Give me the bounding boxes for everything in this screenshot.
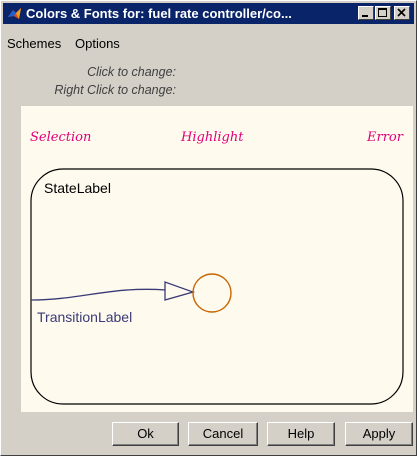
state-label[interactable]: StateLabel [44,180,111,196]
minimize-button[interactable] [358,6,374,20]
highlight-sample[interactable]: Highlight [181,130,243,145]
maximize-button[interactable] [375,6,391,20]
cancel-button[interactable]: Cancel [188,422,258,446]
help-button[interactable]: Help [267,422,335,446]
title-bar[interactable]: Colors & Fonts for: fuel rate controller… [3,3,414,24]
apply-button[interactable]: Apply [345,422,413,446]
ok-button[interactable]: Ok [112,422,179,446]
transition-label[interactable]: TransitionLabel [37,309,132,325]
maximize-icon [378,8,387,17]
menu-schemes[interactable]: Schemes [7,36,61,51]
click-hint: Click to change: [87,65,176,79]
preview-canvas[interactable]: Selection Highlight Error StateLabel Tra… [21,106,413,412]
chart-diagram [30,168,404,405]
close-icon [397,8,406,17]
window-title: Colors & Fonts for: fuel rate controller… [26,6,292,21]
menu-options[interactable]: Options [75,36,120,51]
error-sample[interactable]: Error [367,130,403,145]
close-button[interactable] [394,6,410,20]
right-click-hint: Right Click to change: [54,83,176,97]
colors-fonts-dialog: Colors & Fonts for: fuel rate controller… [0,0,417,456]
matlab-logo-icon [8,8,21,19]
selection-sample[interactable]: Selection [30,130,91,145]
minimize-icon [362,15,368,17]
